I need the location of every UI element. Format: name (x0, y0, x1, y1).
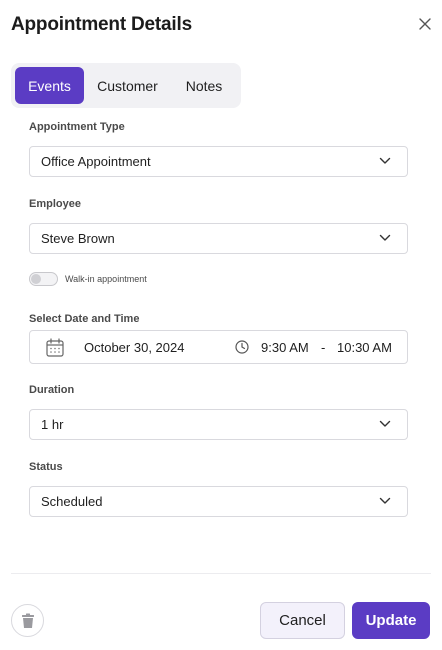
walk-in-row: Walk-in appointment (29, 272, 147, 286)
date-time-label: Select Date and Time (29, 313, 140, 325)
calendar-icon[interactable] (46, 338, 64, 357)
dialog-header: Appointment Details (11, 14, 442, 40)
chevron-down-icon (379, 497, 391, 504)
walk-in-label: Walk-in appointment (65, 274, 147, 284)
tab-events[interactable]: Events (15, 67, 84, 104)
date-value[interactable]: October 30, 2024 (84, 340, 184, 355)
employee-label: Employee (29, 198, 81, 210)
appointment-type-label: Appointment Type (29, 121, 125, 133)
employee-value: Steve Brown (41, 231, 115, 246)
status-label: Status (29, 461, 63, 473)
date-time-field: October 30, 2024 9:30 AM - 10:30 AM (29, 330, 408, 364)
end-time-value[interactable]: 10:30 AM (337, 340, 392, 355)
status-value: Scheduled (41, 494, 103, 509)
tab-customer[interactable]: Customer (84, 67, 171, 104)
start-time-value[interactable]: 9:30 AM (261, 340, 309, 355)
duration-label: Duration (29, 384, 75, 396)
chevron-down-icon (379, 157, 391, 164)
update-button[interactable]: Update (352, 602, 430, 639)
time-separator: - (321, 340, 326, 355)
walk-in-toggle[interactable] (29, 272, 58, 286)
dialog-title: Appointment Details (11, 14, 192, 35)
tab-notes[interactable]: Notes (171, 67, 237, 104)
appointment-type-select[interactable]: Office Appointment (29, 146, 408, 177)
footer-divider (11, 573, 431, 574)
status-select[interactable]: Scheduled (29, 486, 408, 517)
clock-icon (235, 340, 249, 354)
chevron-down-icon (379, 420, 391, 427)
tab-bar: Events Customer Notes (11, 63, 241, 108)
duration-value: 1 hr (41, 417, 64, 432)
trash-icon (21, 613, 34, 628)
toggle-knob (31, 274, 41, 284)
chevron-down-icon (379, 234, 391, 241)
cancel-button[interactable]: Cancel (260, 602, 345, 639)
appointment-type-value: Office Appointment (41, 154, 151, 169)
duration-select[interactable]: 1 hr (29, 409, 408, 440)
delete-button[interactable] (11, 604, 44, 637)
employee-select[interactable]: Steve Brown (29, 223, 408, 254)
close-icon[interactable] (418, 17, 432, 31)
